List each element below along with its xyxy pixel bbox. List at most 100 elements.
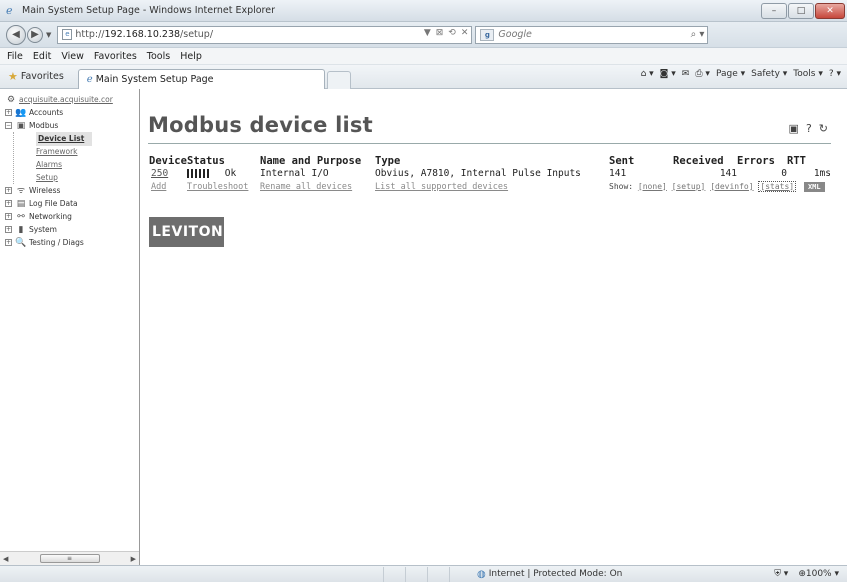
address-tools: ▼ ⊠ ⟲ ✕: [424, 28, 469, 38]
history-dropdown-icon[interactable]: ▼: [46, 31, 51, 39]
help-icon[interactable]: ?: [806, 122, 812, 135]
rename-all-devices-link[interactable]: Rename all devices: [260, 182, 352, 192]
device-errors: 0: [781, 168, 787, 179]
maximize-button[interactable]: □: [788, 3, 814, 19]
forward-button[interactable]: ▶: [27, 26, 43, 43]
tree-item-label: Testing / Diags: [29, 237, 84, 247]
menu-tools[interactable]: Tools: [147, 51, 170, 62]
tree-item-framework[interactable]: Framework: [34, 145, 139, 158]
search-icon[interactable]: ⌕ ▾: [691, 29, 705, 40]
menu-help[interactable]: Help: [180, 51, 202, 62]
tree-host[interactable]: ⚙ acquisuite.acquisuite.cor: [5, 93, 139, 106]
sidebar: ⚙ acquisuite.acquisuite.cor + 👥 Accounts…: [0, 89, 140, 565]
show-stats-link[interactable]: [stats]: [758, 180, 797, 192]
host-link[interactable]: acquisuite.acquisuite.cor: [19, 93, 113, 107]
new-tab-button[interactable]: [326, 70, 351, 89]
print-icon[interactable]: ⎙ ▾: [695, 69, 710, 79]
tree-item-alarms[interactable]: Alarms: [34, 158, 139, 171]
refresh-icon[interactable]: ↻: [819, 122, 828, 135]
refresh-icon[interactable]: ⟲: [448, 28, 456, 38]
feeds-icon[interactable]: ◙ ▾: [660, 69, 676, 79]
expand-icon[interactable]: +: [5, 109, 12, 116]
show-options: Show: [none] [setup] [devinfo] [stats] X…: [609, 180, 831, 193]
menu-edit[interactable]: Edit: [33, 51, 51, 62]
show-setup-link[interactable]: [setup]: [672, 182, 706, 191]
tree-item-label[interactable]: Framework: [36, 145, 78, 159]
tree-item-setup[interactable]: Setup: [34, 171, 139, 184]
tree-item-networking[interactable]: + ⚯ Networking: [5, 210, 139, 223]
stop-icon[interactable]: ✕: [461, 28, 469, 38]
col-type: Type: [375, 154, 401, 167]
menu-favorites[interactable]: Favorites: [94, 51, 137, 62]
scroll-left-icon[interactable]: ◀: [3, 555, 8, 563]
security-zone[interactable]: ◍ Internet | Protected Mode: On: [477, 569, 622, 580]
tree-item-label: Wireless: [29, 185, 61, 195]
minimize-button[interactable]: –: [761, 3, 787, 19]
page-menu[interactable]: Page ▾: [716, 69, 745, 79]
address-dropdown-icon[interactable]: ▼: [424, 28, 431, 38]
tab-main-system-setup[interactable]: ℯ Main System Setup Page: [77, 68, 325, 89]
device-status: Ok: [224, 168, 237, 179]
tree-item-label: System: [29, 224, 57, 234]
expand-icon[interactable]: +: [5, 200, 12, 207]
device-sent: 141: [609, 168, 627, 179]
tree-item-device-list[interactable]: Device List: [34, 131, 139, 146]
safety-menu[interactable]: Safety ▾: [751, 69, 787, 79]
nav-tree: ⚙ acquisuite.acquisuite.cor + 👥 Accounts…: [0, 89, 139, 249]
horizontal-scrollbar[interactable]: ◀ ≡ ▶: [0, 551, 139, 565]
close-button[interactable]: ✕: [815, 3, 845, 19]
scroll-thumb[interactable]: ≡: [39, 554, 100, 563]
expand-icon[interactable]: +: [5, 213, 12, 220]
add-device-link[interactable]: Add: [151, 182, 166, 192]
tools-menu[interactable]: Tools ▾: [793, 69, 823, 79]
expand-icon[interactable]: +: [5, 239, 12, 246]
tab-label: Main System Setup Page: [95, 73, 214, 85]
address-toolbar: ◀ ▶ ▼ e http://192.168.10.238/setup/ ▼ ⊠…: [0, 22, 847, 48]
favorites-bar: ★ Favorites ℯ Main System Setup Page ⌂ ▾…: [0, 65, 847, 89]
favorites-button[interactable]: Favorites: [21, 71, 64, 82]
scroll-right-icon[interactable]: ▶: [131, 555, 136, 563]
status-cell: [427, 566, 449, 582]
home-icon[interactable]: ⌂ ▾: [641, 69, 654, 79]
show-label: Show:: [609, 181, 634, 191]
address-field[interactable]: e http://192.168.10.238/setup/ ▼ ⊠ ⟲ ✕: [57, 25, 473, 44]
tree-item-log-file-data[interactable]: + ▤ Log File Data: [5, 197, 139, 210]
url-text[interactable]: http://192.168.10.238/setup/: [75, 29, 213, 40]
troubleshoot-link[interactable]: Troubleshoot: [187, 182, 248, 192]
tree-item-modbus[interactable]: − ▣ Modbus: [5, 119, 139, 132]
xml-button[interactable]: XML: [803, 181, 825, 192]
help-icon[interactable]: ? ▾: [829, 69, 841, 79]
menu-view[interactable]: View: [61, 51, 84, 62]
tree-item-accounts[interactable]: + 👥 Accounts: [5, 106, 139, 119]
tree-item-system[interactable]: + ▮ System: [5, 223, 139, 236]
col-name: Name and Purpose: [260, 154, 362, 167]
mail-icon[interactable]: ✉: [682, 69, 690, 79]
tree-item-label[interactable]: Alarms: [36, 158, 62, 172]
tree-item-label[interactable]: Device List: [36, 131, 93, 146]
search-placeholder[interactable]: Google: [498, 29, 690, 40]
expand-icon[interactable]: +: [5, 226, 12, 233]
title-divider: [148, 143, 831, 144]
expand-icon[interactable]: +: [5, 187, 12, 194]
zoom-control[interactable]: ⊕100% ▾: [798, 569, 839, 579]
tree-item-wireless[interactable]: + ᯤ Wireless: [5, 184, 139, 197]
favorites-star-icon[interactable]: ★: [8, 70, 18, 83]
device-id-link[interactable]: 250: [151, 168, 168, 179]
compatibility-icon[interactable]: ⊠: [436, 28, 444, 38]
device-table: Device Status Name and Purpose Type Sent…: [149, 154, 831, 193]
show-none-link[interactable]: [none]: [638, 182, 667, 191]
server-icon: ⚙: [6, 94, 16, 105]
list-supported-devices-link[interactable]: List all supported devices: [375, 182, 508, 192]
back-button[interactable]: ◀: [6, 24, 26, 45]
title-icons: ▣ ? ↻: [789, 122, 828, 135]
show-devinfo-link[interactable]: [devinfo]: [710, 182, 753, 191]
table-row: 250 Ok Internal I/O Obvius, A7810, Inter…: [149, 167, 831, 180]
network-device-icon[interactable]: ▣: [789, 122, 799, 135]
status-signal-icon: [187, 169, 209, 178]
tree-item-testing-diags[interactable]: + 🔍 Testing / Diags: [5, 236, 139, 249]
tree-item-label[interactable]: Setup: [36, 171, 58, 185]
search-field[interactable]: g Google ⌕ ▾: [475, 25, 709, 44]
collapse-icon[interactable]: −: [5, 122, 12, 129]
menu-file[interactable]: File: [7, 51, 23, 62]
protected-mode-icon[interactable]: ⛨ ▾: [774, 569, 788, 579]
